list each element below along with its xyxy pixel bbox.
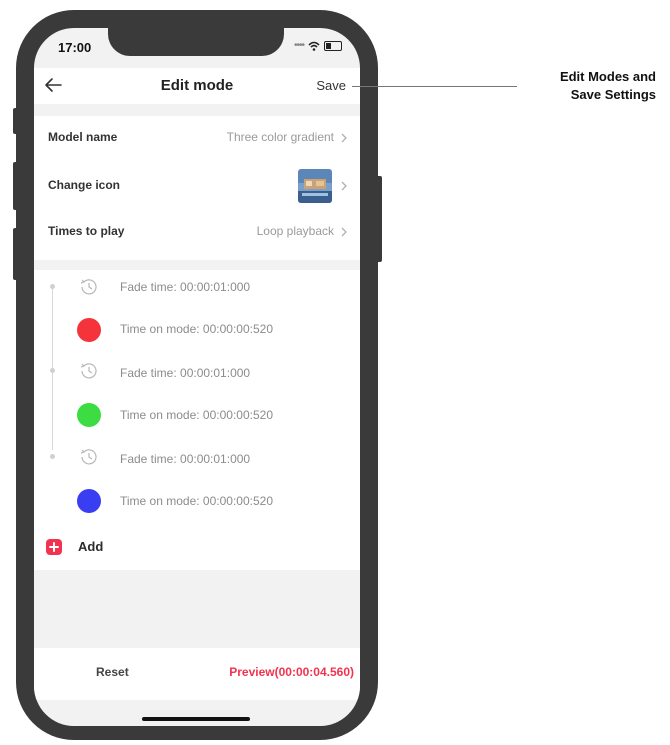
change-icon-label: Change icon bbox=[48, 178, 121, 192]
wifi-icon bbox=[308, 41, 320, 51]
change-icon-row[interactable]: Change icon bbox=[34, 169, 360, 218]
mode-steps-list: Fade time: 00:00:01:000 Time on mode: 00… bbox=[34, 270, 360, 570]
save-button[interactable]: Save bbox=[316, 78, 346, 93]
mode-icon-thumbnail bbox=[298, 169, 332, 203]
settings-panel: Model name Three color gradient Change i… bbox=[34, 116, 360, 260]
color-swatch-blue[interactable] bbox=[77, 489, 101, 513]
time-on-mode-text: Time on mode: 00:00:00:520 bbox=[120, 322, 273, 336]
timeline-dot bbox=[50, 284, 55, 289]
model-name-row[interactable]: Model name Three color gradient bbox=[34, 130, 360, 170]
times-to-play-row[interactable]: Times to play Loop playback bbox=[34, 224, 360, 264]
fade-time-text: Fade time: 00:00:01:000 bbox=[120, 366, 251, 380]
status-icons: •••• bbox=[294, 40, 342, 51]
callout-line-1: Edit Modes and bbox=[559, 69, 656, 84]
chevron-right-icon bbox=[341, 181, 347, 191]
timeline-dot bbox=[50, 368, 55, 373]
times-to-play-value: Loop playback bbox=[256, 224, 334, 238]
phone-screen: 17:00 •••• Edit mode Save Model name Thr… bbox=[34, 28, 360, 726]
color-swatch-green[interactable] bbox=[77, 403, 101, 427]
clock-icon bbox=[80, 363, 97, 379]
fade-time-text: Fade time: 00:00:01:000 bbox=[120, 280, 251, 294]
battery-icon bbox=[324, 40, 342, 51]
add-label: Add bbox=[78, 539, 104, 554]
fade-time-text: Fade time: 00:00:01:000 bbox=[120, 452, 251, 466]
time-on-mode-text: Time on mode: 00:00:00:520 bbox=[120, 494, 273, 508]
nav-bar: Edit mode Save bbox=[34, 68, 360, 104]
reset-button[interactable]: Reset bbox=[96, 665, 129, 679]
times-to-play-label: Times to play bbox=[48, 224, 125, 238]
callout-line-2: Save Settings bbox=[570, 87, 656, 102]
preview-button[interactable]: Preview(00:00:04.560) bbox=[229, 665, 354, 679]
home-indicator bbox=[142, 717, 250, 721]
clock-icon bbox=[80, 449, 97, 465]
model-name-label: Model name bbox=[48, 130, 118, 144]
clock-icon bbox=[80, 279, 97, 295]
footer-bar: Reset Preview(00:00:04.560) bbox=[34, 648, 360, 700]
signal-icon: •••• bbox=[293, 40, 305, 51]
notch bbox=[108, 28, 284, 56]
callout-line bbox=[352, 86, 517, 87]
status-time: 17:00 bbox=[58, 40, 92, 55]
callout-text: Edit Modes and Save Settings bbox=[510, 68, 656, 104]
page-title: Edit mode bbox=[160, 77, 234, 94]
plus-icon bbox=[46, 539, 62, 555]
chevron-right-icon bbox=[341, 227, 347, 237]
timeline-dot bbox=[50, 454, 55, 459]
model-name-value: Three color gradient bbox=[226, 130, 334, 144]
time-on-mode-text: Time on mode: 00:00:00:520 bbox=[120, 408, 273, 422]
chevron-right-icon bbox=[341, 133, 347, 143]
color-swatch-red[interactable] bbox=[77, 318, 101, 342]
